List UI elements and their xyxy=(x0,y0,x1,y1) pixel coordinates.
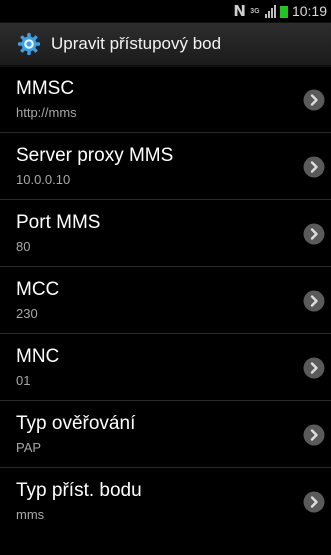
signal-icon xyxy=(264,4,276,18)
status-bar: N 3G 10:19 xyxy=(0,0,331,23)
chevron-right-icon xyxy=(303,290,325,312)
chevron-right-icon xyxy=(303,156,325,178)
setting-row-mnc[interactable]: MNC 01 xyxy=(0,334,331,401)
setting-label: MCC xyxy=(16,279,60,300)
setting-value: PAP xyxy=(16,440,42,455)
setting-row-mms-proxy[interactable]: Server proxy MMS 10.0.0.10 xyxy=(0,133,331,200)
chevron-right-icon xyxy=(303,89,325,111)
setting-row-apn-type[interactable]: Typ příst. bodu mms xyxy=(0,468,331,535)
setting-value: 01 xyxy=(16,373,31,388)
chevron-right-icon xyxy=(303,357,325,379)
page-title: Upravit přístupový bod xyxy=(51,34,222,53)
action-bar: Upravit přístupový bod xyxy=(0,23,331,67)
chevron-right-icon xyxy=(303,491,325,513)
chevron-right-icon xyxy=(303,424,325,446)
chevron-right-icon xyxy=(303,223,325,245)
battery-icon xyxy=(279,4,288,18)
setting-row-mms-port[interactable]: Port MMS 80 xyxy=(0,200,331,267)
setting-row-mmsc[interactable]: MMSC http://mms xyxy=(0,66,331,133)
setting-label: Port MMS xyxy=(16,212,101,233)
setting-label: MNC xyxy=(16,346,60,367)
gear-icon[interactable] xyxy=(17,32,41,56)
setting-label: Server proxy MMS xyxy=(16,145,174,166)
setting-value: http://mms xyxy=(16,105,77,120)
clock: 10:19 xyxy=(291,3,327,19)
settings-list: MMSC http://mms Server proxy MMS 10.0.0.… xyxy=(0,66,331,535)
nfc-icon: N xyxy=(233,2,246,20)
status-icons: N 3G 10:19 xyxy=(233,2,327,20)
setting-value: mms xyxy=(16,507,45,522)
setting-value: 80 xyxy=(16,239,31,254)
network-type-icon: 3G xyxy=(249,4,261,18)
setting-label: Typ příst. bodu xyxy=(16,480,142,501)
setting-row-mcc[interactable]: MCC 230 xyxy=(0,267,331,334)
setting-row-auth-type[interactable]: Typ ověřování PAP xyxy=(0,401,331,468)
network-type-label: 3G xyxy=(250,7,260,15)
setting-value: 230 xyxy=(16,306,38,321)
setting-value: 10.0.0.10 xyxy=(16,172,71,187)
setting-label: MMSC xyxy=(16,78,75,99)
setting-label: Typ ověřování xyxy=(16,413,136,434)
